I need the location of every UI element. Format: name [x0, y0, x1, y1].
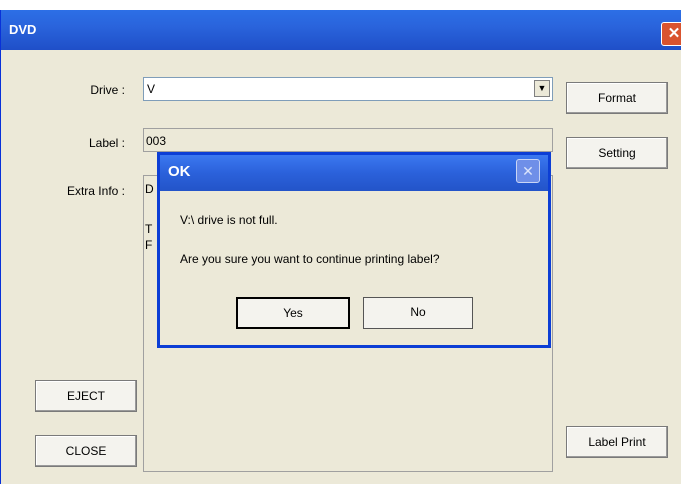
label-value: 003 [146, 134, 167, 148]
drive-select[interactable]: V ▼ [143, 77, 553, 101]
extra-info-line-1: D [145, 182, 154, 196]
drive-label: Drive : [90, 83, 125, 97]
extra-info-label: Extra Info : [66, 184, 125, 198]
eject-button[interactable]: EJECT [35, 380, 137, 412]
extra-info-line-2: T [145, 222, 153, 236]
label-label: Label : [88, 136, 125, 150]
no-button[interactable]: No [363, 297, 473, 329]
dialog-message-line-2: Are you sure you want to continue printi… [180, 252, 440, 266]
drive-value: V [147, 82, 156, 96]
window-title: DVD [9, 22, 37, 37]
dialog-message-line-1: V:\ drive is not full. [180, 213, 278, 227]
chevron-down-icon[interactable]: ▼ [534, 80, 550, 97]
extra-info-line-3: F [145, 238, 153, 252]
format-button[interactable]: Format [566, 82, 668, 114]
confirm-dialog: OK ✕ V:\ drive is not full. Are you sure… [157, 152, 551, 348]
window-titlebar[interactable]: DVD ✕ [1, 10, 681, 50]
window-close-button[interactable]: ✕ [661, 22, 681, 46]
setting-button[interactable]: Setting [566, 137, 668, 169]
label-field[interactable]: 003 [143, 128, 553, 152]
dialog-titlebar[interactable]: OK ✕ [160, 155, 548, 191]
yes-button[interactable]: Yes [236, 297, 350, 329]
dialog-close-button[interactable]: ✕ [516, 159, 540, 183]
label-print-button[interactable]: Label Print [566, 426, 668, 458]
dialog-title: OK [168, 163, 191, 180]
close-button[interactable]: CLOSE [35, 435, 137, 467]
